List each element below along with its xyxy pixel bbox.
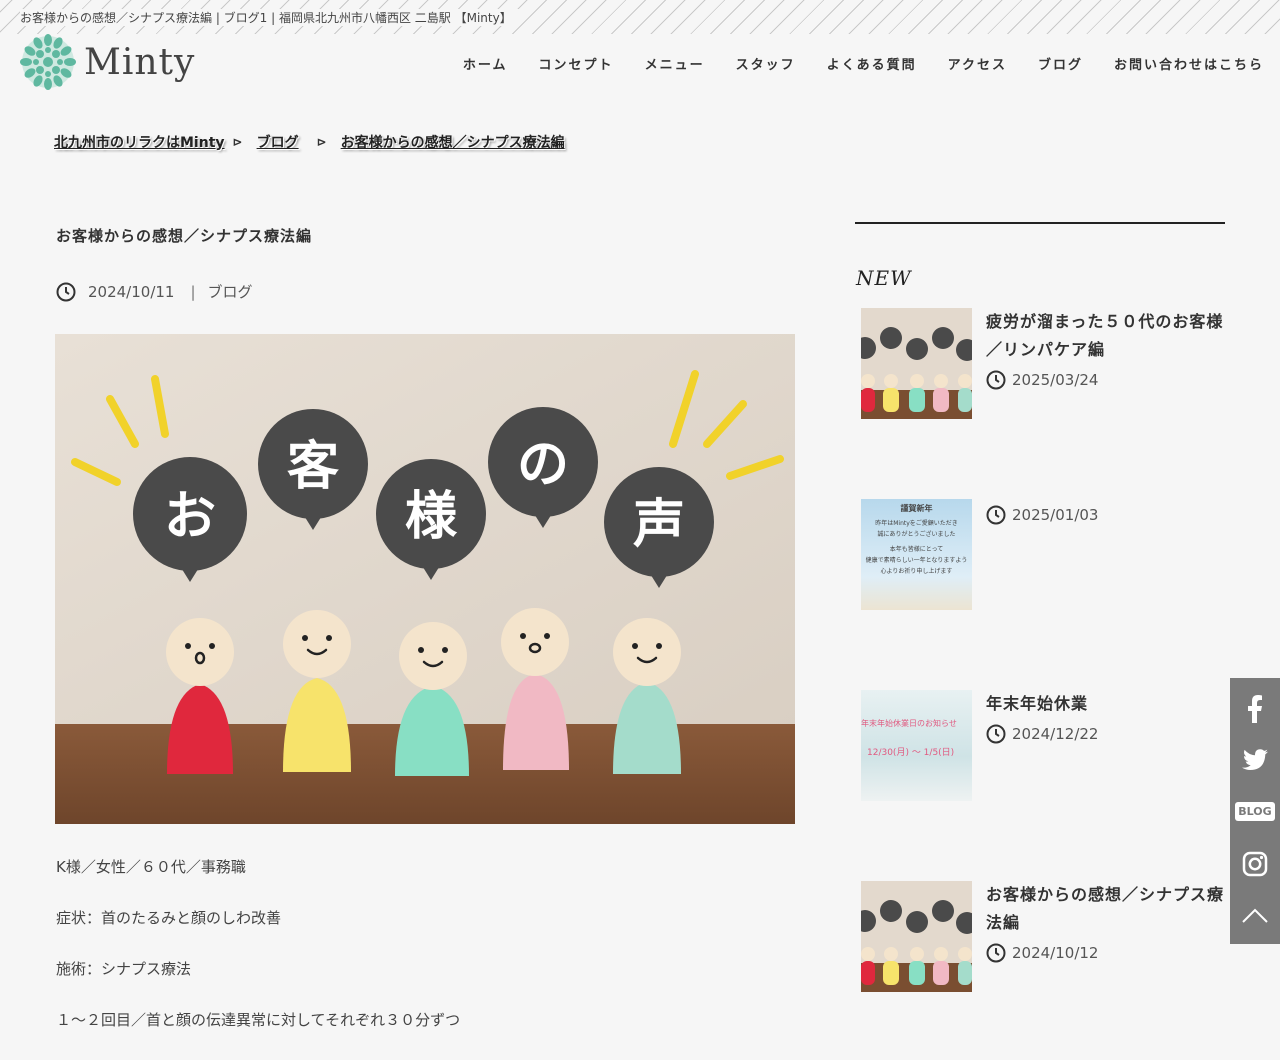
blog-icon-label: BLOG <box>1235 801 1275 821</box>
thumb-text: 誠にありがとうございました <box>877 531 956 538</box>
hero-label: の <box>517 435 569 495</box>
nav-blog[interactable]: ブログ <box>1038 54 1083 73</box>
news-date: 2025/01/03 <box>1012 506 1099 524</box>
news-title[interactable]: 年末年始休業 <box>986 690 1226 718</box>
thumb-text: 12/30(月) ～ 1/5(日) <box>867 748 955 758</box>
leaf-wreath-logo-icon <box>20 34 76 90</box>
body-paragraph: １～２回目／首と顔の伝達異常に対してそれぞれ３０分ずつ <box>56 1011 461 1029</box>
post-date: 2024/10/11 <box>88 282 175 301</box>
news-date: 2024/12/22 <box>1012 725 1099 743</box>
nav-concept[interactable]: コンセプト <box>539 54 614 73</box>
clock-icon <box>986 724 1006 744</box>
instagram-icon[interactable] <box>1230 839 1280 889</box>
news-date-row: 2024/12/22 <box>986 724 1226 744</box>
breadcrumb-separator-icon: ⊳ <box>316 135 327 149</box>
facebook-icon[interactable] <box>1230 684 1280 734</box>
nav-home[interactable]: ホーム <box>463 54 508 73</box>
nav-staff[interactable]: スタッフ <box>736 54 796 73</box>
hero-image: お 客 様 の 声 <box>55 334 795 824</box>
nav-faq[interactable]: よくある質問 <box>827 54 917 73</box>
news-date-row: 2025/03/24 <box>986 370 1226 390</box>
thumb-text: 謹賀新年 <box>900 504 933 513</box>
breadcrumb-current: お客様からの感想／シナプス療法編 <box>340 135 565 151</box>
breadcrumb-home[interactable]: 北九州市のリラクはMinty <box>54 132 225 152</box>
clock-icon <box>986 505 1006 525</box>
hero-label: 様 <box>405 487 458 547</box>
sidebar-divider <box>855 222 1225 224</box>
news-date-row: 2024/10/12 <box>986 943 1226 963</box>
clock-icon <box>986 370 1006 390</box>
breadcrumb: 北九州市のリラクはMinty ⊳ ブログ ⊳ お客様からの感想／シナプス療法編 <box>54 132 565 152</box>
news-thumbnail[interactable]: 謹賀新年 昨年はMintyをご愛顧いただき 誠にありがとうございました 本年も皆… <box>861 499 972 610</box>
nav-access[interactable]: アクセス <box>948 54 1007 73</box>
news-title[interactable]: お客様からの感想／シナプス療法編 <box>986 881 1226 937</box>
hero-label: 客 <box>287 437 339 497</box>
nav-menu[interactable]: メニュー <box>645 54 705 73</box>
news-date: 2024/10/12 <box>1012 944 1099 962</box>
page-title-text: お客様からの感想／シナプス療法編 | ブログ1 | 福岡県北九州市八幡西区 二島… <box>20 9 520 26</box>
page-top-icon[interactable] <box>1230 890 1280 940</box>
top-strip: お客様からの感想／シナプス療法編 | ブログ1 | 福岡県北九州市八幡西区 二島… <box>0 0 1280 34</box>
news-title[interactable]: 疲労が溜まった５０代のお客様／リンパケア編 <box>986 308 1226 364</box>
breadcrumb-blog[interactable]: ブログ <box>257 132 299 152</box>
post-body: K様／女性／６０代／事務職 症状：首のたるみと顔のしわ改善 施術：シナプス療法 … <box>56 856 460 1060</box>
thumb-text: 昨年はMintyをご愛顧いただき <box>875 520 958 527</box>
post-title: お客様からの感想／シナプス療法編 <box>56 227 313 245</box>
hero-label: お <box>164 487 216 547</box>
news-thumbnail[interactable]: 年末年始休業日のお知らせ 12/30(月) ～ 1/5(日) <box>861 690 972 801</box>
sidebar-heading: NEW <box>856 266 912 290</box>
site-logo[interactable]: Minty <box>20 32 195 92</box>
blog-icon[interactable]: BLOG <box>1230 786 1280 836</box>
global-nav: ホーム コンセプト メニュー スタッフ よくある質問 アクセス ブログ お問い合… <box>432 54 1264 73</box>
news-thumbnail[interactable] <box>861 881 972 992</box>
news-date-row: 2025/01/03 <box>986 505 1226 525</box>
twitter-icon[interactable] <box>1230 735 1280 785</box>
news-date: 2025/03/24 <box>1012 371 1099 389</box>
social-bar: BLOG <box>1230 678 1280 944</box>
thumb-text: 心よりお祈り申し上げます <box>880 568 953 575</box>
clock-icon <box>986 943 1006 963</box>
meta-separator: | <box>190 282 196 301</box>
body-paragraph: 症状：首のたるみと顔のしわ改善 <box>56 909 282 927</box>
post-category[interactable]: ブログ <box>208 281 253 302</box>
thumb-text: 本年も皆様にとって <box>889 546 944 553</box>
news-thumbnail[interactable] <box>861 308 972 419</box>
nav-contact[interactable]: お問い合わせはこちら <box>1114 54 1264 73</box>
post-meta: 2024/10/11 | ブログ <box>56 281 253 302</box>
hero-label: 声 <box>633 495 685 555</box>
thumb-text: 健康で素晴らしい一年となりますよう <box>865 557 968 564</box>
thumb-text: 年末年始休業日のお知らせ <box>861 719 957 728</box>
body-paragraph: K様／女性／６０代／事務職 <box>56 858 246 876</box>
body-paragraph: 施術：シナプス療法 <box>56 960 192 978</box>
logo-text: Minty <box>84 41 196 83</box>
clock-icon <box>56 282 76 301</box>
breadcrumb-separator-icon: ⊳ <box>232 135 243 149</box>
